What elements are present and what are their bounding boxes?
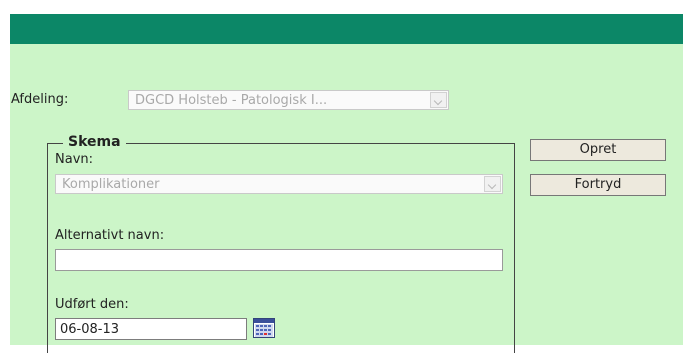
- skema-legend: Skema: [63, 134, 126, 150]
- navn-select-value: Komplikationer: [62, 177, 160, 192]
- navn-label: Navn:: [55, 152, 94, 167]
- afdeling-select-value: DGCD Holsteb - Patologisk I...: [135, 93, 328, 108]
- afdeling-select[interactable]: DGCD Holsteb - Patologisk I...: [128, 90, 449, 110]
- opret-button[interactable]: Opret: [530, 139, 666, 161]
- header-bar: [10, 14, 683, 44]
- fortryd-button[interactable]: Fortryd: [530, 174, 666, 196]
- calendar-icon[interactable]: [253, 318, 275, 338]
- udfoert-den-label: Udført den:: [55, 297, 129, 312]
- afdeling-label: Afdeling:: [11, 92, 69, 107]
- chevron-down-icon[interactable]: [430, 92, 447, 108]
- alternativt-navn-input[interactable]: [55, 249, 503, 271]
- chevron-down-icon[interactable]: [484, 176, 501, 192]
- alternativt-navn-label: Alternativt navn:: [55, 228, 165, 243]
- navn-select[interactable]: Komplikationer: [55, 174, 503, 194]
- udfoert-den-input[interactable]: [55, 318, 247, 340]
